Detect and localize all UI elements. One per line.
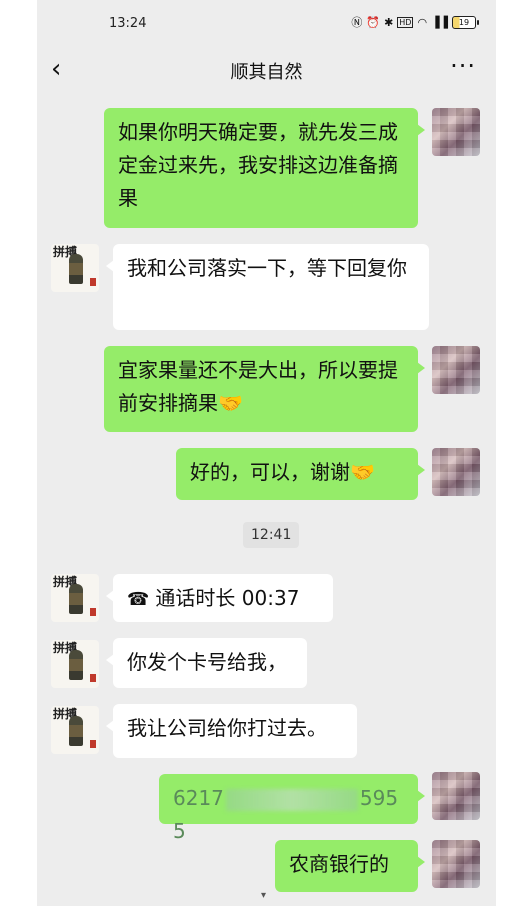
- avatar[interactable]: [432, 840, 480, 888]
- call-duration: 通话时长 00:37: [155, 586, 300, 610]
- redacted-digits: [225, 788, 358, 811]
- signal-icon: ▐▐: [431, 15, 448, 29]
- more-icon[interactable]: ···: [450, 52, 476, 80]
- chat-screen: 13:24 Ⓝ ⏰ ✱ HD ◠ ▐▐ 19 ‹ 顺其自然 ··· 如果你明天确…: [37, 0, 496, 906]
- message-bubble-out[interactable]: 如果你明天确定要，就先发三成定金过来先，我安排这边准备摘果: [104, 108, 425, 228]
- message-bubble-out[interactable]: 宜家果量还不是大出，所以要提前安排摘果🤝: [104, 346, 425, 432]
- scroll-down-indicator-icon[interactable]: ▾: [261, 890, 266, 901]
- nav-bar: ‹ 顺其自然 ···: [37, 46, 496, 94]
- avatar[interactable]: 拼搏: [51, 640, 99, 688]
- alarm-icon: ⏰: [366, 15, 381, 29]
- avatar-figure: [69, 254, 83, 284]
- call-record-bubble[interactable]: ☎ 通话时长 00:37: [106, 574, 333, 622]
- message-bubble-out[interactable]: 农商银行的: [275, 840, 425, 892]
- avatar-figure: [69, 584, 83, 614]
- avatar[interactable]: [432, 448, 480, 496]
- wifi-icon: ◠: [417, 15, 428, 29]
- card-number-start: 6217: [173, 786, 224, 810]
- chat-title: 顺其自然: [230, 62, 303, 83]
- avatar-seal: [90, 740, 96, 748]
- phone-icon: ☎: [127, 589, 150, 610]
- avatar-figure: [69, 650, 83, 680]
- status-bar: 13:24 Ⓝ ⏰ ✱ HD ◠ ▐▐ 19: [37, 0, 496, 46]
- battery-icon: 19: [452, 15, 479, 29]
- timestamp: 12:41: [243, 522, 300, 548]
- message-bubble-in[interactable]: 我和公司落实一下，等下回复你: [106, 244, 429, 330]
- avatar[interactable]: 拼搏: [51, 244, 99, 292]
- nfc-icon: Ⓝ: [351, 16, 363, 29]
- avatar[interactable]: [432, 108, 480, 156]
- avatar-figure: [69, 716, 83, 746]
- avatar[interactable]: 拼搏: [51, 706, 99, 754]
- avatar[interactable]: 拼搏: [51, 574, 99, 622]
- avatar-seal: [90, 608, 96, 616]
- status-icons: Ⓝ ⏰ ✱ HD ◠ ▐▐ 19: [351, 14, 479, 30]
- message-bubble-in[interactable]: 我让公司给你打过去。: [106, 704, 357, 758]
- avatar-seal: [90, 674, 96, 682]
- bluetooth-icon: ✱: [384, 15, 394, 29]
- avatar[interactable]: [432, 346, 480, 394]
- card-number-bubble[interactable]: 6217 5955: [159, 774, 425, 843]
- hd-icon: HD: [397, 16, 414, 28]
- avatar[interactable]: [432, 772, 480, 820]
- message-bubble-in[interactable]: 你发个卡号给我，: [106, 638, 307, 688]
- message-bubble-out[interactable]: 好的，可以，谢谢🤝: [176, 448, 425, 500]
- avatar-seal: [90, 278, 96, 286]
- status-time: 13:24: [109, 16, 147, 31]
